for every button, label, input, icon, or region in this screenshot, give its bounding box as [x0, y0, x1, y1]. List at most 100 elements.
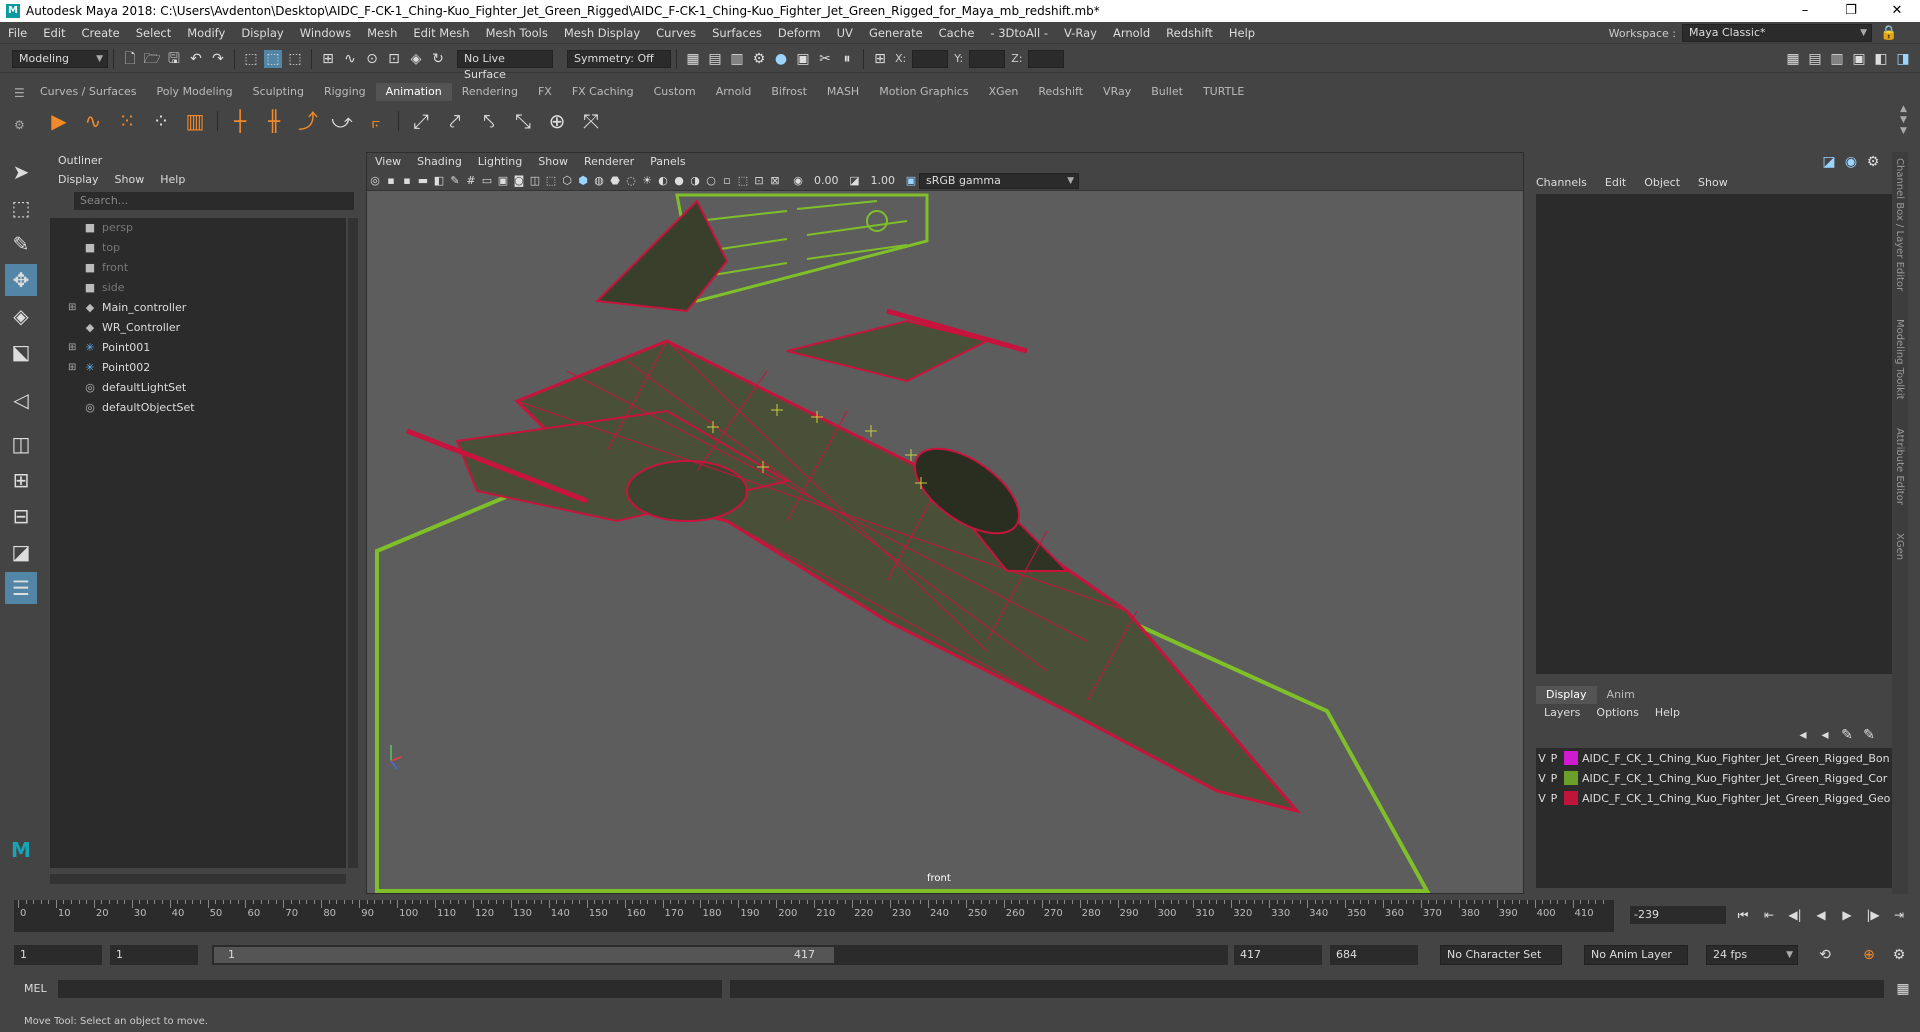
unghost-icon[interactable]: ⟔ [362, 107, 390, 135]
sidebar-toggle-3-icon[interactable]: ▥ [1828, 50, 1846, 68]
menu-file[interactable]: File [0, 22, 35, 44]
outliner-item[interactable]: ■ top [50, 238, 346, 258]
tab-xgen[interactable]: XGen [979, 83, 1029, 101]
menu-generate[interactable]: Generate [861, 22, 931, 44]
layer-row[interactable]: V P AIDC_F_CK_1_Ching_Kuo_Fighter_Jet_Gr… [1536, 748, 1894, 768]
outliner-menu-show[interactable]: Show [115, 173, 145, 186]
new-layer-from-selection-icon[interactable]: ✎ [1838, 726, 1856, 744]
side-tab-xgen[interactable]: XGen [1894, 533, 1905, 560]
field-chart-icon[interactable]: ◫ [528, 174, 542, 188]
menu-mesh-tools[interactable]: Mesh Tools [478, 22, 556, 44]
tab-sculpting[interactable]: Sculpting [243, 83, 314, 101]
playback-start-field[interactable]: 1 [110, 945, 198, 965]
menu-select[interactable]: Select [128, 22, 179, 44]
snap-grid-icon[interactable]: ⊞ [319, 50, 337, 68]
layer-visible-toggle[interactable]: V [1536, 752, 1548, 765]
four-view-icon[interactable]: ⊞ [5, 464, 37, 496]
aim-constraint-icon[interactable]: ⤧ [577, 107, 605, 135]
playblast-icon[interactable]: ▶ [45, 107, 73, 135]
scale-tool-icon[interactable]: ⬕ [5, 336, 37, 368]
create-joint-icon[interactable]: ⤢ [407, 107, 435, 135]
shelf-menu-icon[interactable]: ☰ [14, 86, 25, 100]
current-frame-field[interactable]: -239 [1630, 906, 1726, 924]
step-back-key-icon[interactable]: ⇤ [1760, 906, 1778, 924]
range-slider-handle[interactable]: 1 [214, 947, 834, 963]
channel-box-menu-channels[interactable]: Channels [1536, 174, 1587, 192]
command-input[interactable] [58, 980, 722, 998]
side-tab-channel-box[interactable]: Channel Box / Layer Editor [1894, 158, 1905, 291]
tab-rigging[interactable]: Rigging [314, 83, 376, 101]
paint-select-tool-icon[interactable]: ✎ [5, 228, 37, 260]
exposure-icon[interactable]: ◉ [791, 174, 805, 188]
move-layer-down-icon[interactable]: ◂ [1816, 726, 1834, 744]
menu-curves[interactable]: Curves [648, 22, 704, 44]
layer-visible-toggle[interactable]: V [1536, 792, 1548, 805]
color-management-icon[interactable]: ▣ [904, 174, 918, 188]
go-to-start-icon[interactable]: ⏮ [1734, 906, 1752, 924]
menu-edit-mesh[interactable]: Edit Mesh [405, 22, 477, 44]
select-component-icon[interactable]: ⬚ [286, 50, 304, 68]
outliner-item[interactable]: ◎ defaultLightSet [50, 378, 346, 398]
gamma-value[interactable]: 1.00 [871, 174, 896, 187]
menu-windows[interactable]: Windows [292, 22, 359, 44]
snap-curve-icon[interactable]: ∿ [341, 50, 359, 68]
sidebar-toggle-2-icon[interactable]: ▤ [1806, 50, 1824, 68]
expand-icon[interactable]: ⊞ [68, 338, 82, 358]
fps-dropdown[interactable]: 24 fps ▼ [1706, 945, 1798, 965]
viewport-scene[interactable] [367, 191, 1523, 893]
close-button[interactable]: ✕ [1874, 0, 1920, 22]
xray-icon[interactable]: ◌ [624, 174, 638, 188]
animation-start-field[interactable]: 1 [14, 945, 102, 965]
outliner-item[interactable]: ■ side [50, 278, 346, 298]
render-view-icon[interactable]: ▣ [794, 50, 812, 68]
grid-icon[interactable]: # [464, 174, 478, 188]
outliner-item[interactable]: ⊞ ✳ Point002 [50, 358, 346, 378]
expand-icon[interactable]: ⊞ [68, 298, 82, 318]
tab-anim[interactable]: Anim [1597, 686, 1645, 704]
go-to-end-icon[interactable]: ⏭ [1916, 906, 1920, 924]
pause-icon[interactable]: ⏸ [838, 50, 856, 68]
channel-box-area[interactable] [1536, 194, 1894, 674]
menu-vray[interactable]: V-Ray [1056, 22, 1105, 44]
fighter-jet-mesh[interactable] [406, 199, 1302, 814]
layer-visible-toggle[interactable]: V [1536, 772, 1548, 785]
outliner-item[interactable]: ■ front [50, 258, 346, 278]
resolution-gate-icon[interactable]: ▣ [496, 174, 510, 188]
two-view-icon[interactable]: ⊟ [5, 500, 37, 532]
tab-fx[interactable]: FX [528, 83, 562, 101]
safe-action-icon[interactable]: ⬚ [544, 174, 558, 188]
view-2d-pan-icon[interactable]: ◧ [432, 174, 446, 188]
tab-display[interactable]: Display [1536, 686, 1597, 704]
smooth-shade-icon[interactable]: ⬢ [576, 174, 590, 188]
transform-mode-icon[interactable]: ⊞ [871, 50, 889, 68]
set-key-icon[interactable]: ┼ [226, 107, 254, 135]
animation-end-field[interactable]: 684 [1330, 945, 1418, 965]
select-hierarchy-icon[interactable]: ⬚ [242, 50, 260, 68]
move-layer-up-icon[interactable]: ◂ [1794, 726, 1812, 744]
lock-icon[interactable]: 🔒 [1880, 24, 1898, 42]
live-surface-dropdown[interactable]: No Live Surface [457, 49, 553, 81]
menu-create[interactable]: Create [74, 22, 128, 44]
last-tool-icon[interactable]: ◁ [5, 384, 37, 416]
layer-playback-toggle[interactable]: P [1548, 792, 1560, 805]
attribute-editor-toggle-icon[interactable]: ◉ [1842, 153, 1860, 171]
time-editor-icon[interactable]: ▥ [181, 107, 209, 135]
wireframe-on-shaded-icon[interactable]: ⬣ [608, 174, 622, 188]
outliner-search-input[interactable]: Search... [74, 192, 354, 210]
layer-menu-layers[interactable]: Layers [1544, 704, 1580, 722]
snap-point-icon[interactable]: ⊙ [363, 50, 381, 68]
undo-icon[interactable]: ↶ [187, 50, 205, 68]
script-editor-icon[interactable]: ▦ [1894, 980, 1912, 998]
menu-deform[interactable]: Deform [770, 22, 829, 44]
shelf-settings-icon[interactable]: ⚙ [14, 118, 25, 132]
motion-trail-icon[interactable]: ⤴ [294, 107, 322, 135]
time-ruler[interactable]: 0 10 20 30 40 50 60 70 80 90 100 110 120 130 140 150 160… [14, 900, 1614, 932]
tab-mash[interactable]: MASH [817, 83, 869, 101]
breakdown-key-icon[interactable]: ╫ [260, 107, 288, 135]
gamma-icon[interactable]: ◪ [848, 174, 862, 188]
step-back-frame-icon[interactable]: ◀| [1786, 906, 1804, 924]
hypershade-icon[interactable]: ● [772, 50, 790, 68]
expand-icon[interactable]: ⊞ [68, 358, 82, 378]
step-forward-frame-icon[interactable]: |▶ [1864, 906, 1882, 924]
anim-layer-dropdown[interactable]: No Anim Layer [1584, 945, 1688, 965]
